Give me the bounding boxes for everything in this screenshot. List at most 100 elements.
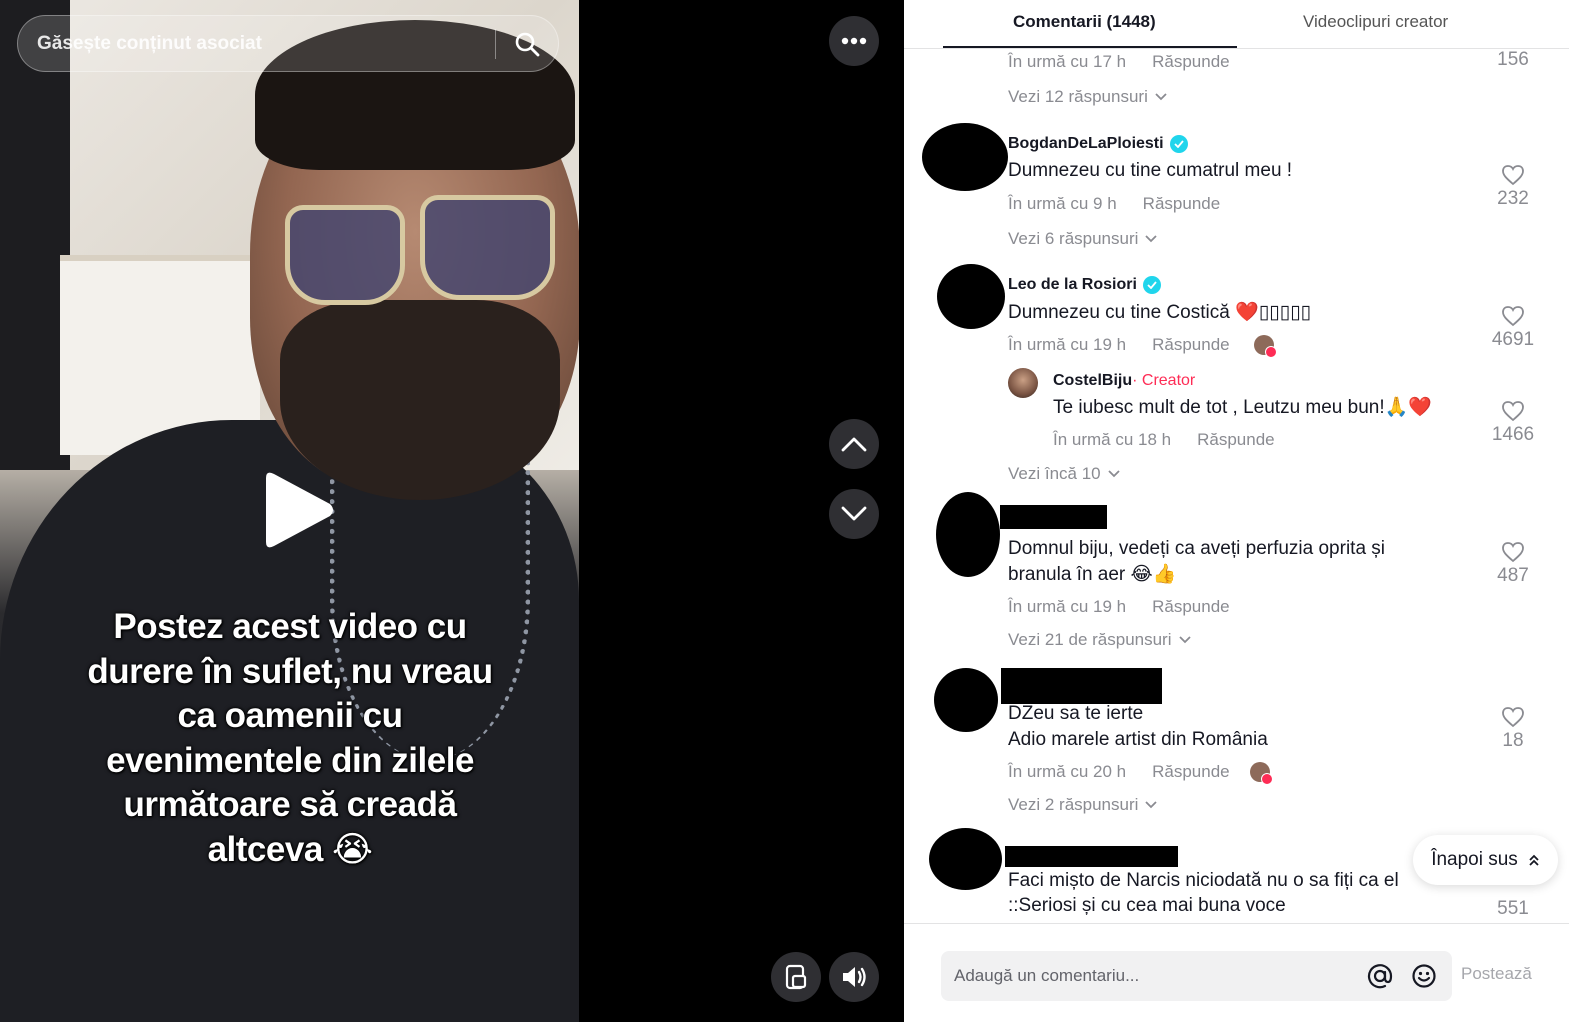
comment-time: În urmă cu 9 h (1008, 194, 1117, 213)
chevron-up-icon (841, 437, 867, 452)
caption-line: următoare să creadă (123, 785, 457, 824)
chevron-down-icon (1145, 235, 1158, 243)
reply-text: Te iubesc mult de tot , Leutzu meu bun!🙏… (1053, 397, 1432, 418)
tab-comments[interactable]: Comentarii (1448) (1013, 12, 1156, 32)
like-control: 1466 (1483, 400, 1543, 446)
video-sunglasses-right (420, 195, 555, 300)
active-tab-indicator (943, 46, 1237, 48)
mention-button[interactable] (1358, 954, 1402, 998)
comment-meta: În urmă cu 19 h Răspunde (1008, 335, 1277, 358)
reply-username[interactable]: CostelBiju · Creator (1053, 372, 1195, 390)
search-button[interactable] (496, 15, 558, 72)
back-to-top-label: Înapoi sus (1431, 849, 1518, 870)
comment-time: În urmă cu 19 h (1008, 335, 1127, 354)
video-sunglasses-left (285, 205, 405, 305)
search-icon (515, 32, 540, 56)
comment-list[interactable]: În urmă cu 17 h Răspunde 156 Vezi 12 răs… (904, 49, 1569, 923)
related-search-bar[interactable]: Găsește conținut asociat (17, 15, 559, 72)
tab-creator-videos[interactable]: Videoclipuri creator (1303, 12, 1448, 32)
heart-icon[interactable] (1501, 541, 1525, 563)
play-icon[interactable] (258, 470, 338, 550)
view-replies-label: Vezi 12 răspunsuri (1008, 87, 1148, 106)
view-replies-button[interactable]: Vezi 21 de răspunsuri (1008, 630, 1192, 650)
avatar[interactable] (922, 123, 1008, 191)
comment-text: Domnul biju, vedeți ca aveți perfuzia op… (1008, 538, 1386, 559)
view-replies-button[interactable]: Vezi 6 răspunsuri (1008, 229, 1158, 249)
chevron-down-icon (1145, 801, 1158, 809)
volume-button[interactable] (829, 952, 879, 1002)
comments-panel: Comentarii (1448) Videoclipuri creator Î… (904, 0, 1579, 1022)
heart-icon[interactable] (1501, 305, 1525, 327)
like-count: 1466 (1491, 424, 1535, 445)
reply-meta: În urmă cu 18 h Răspunde (1053, 430, 1275, 450)
view-replies-label: Vezi 6 răspunsuri (1008, 229, 1139, 248)
comment-username[interactable]: BogdanDeLaPloiesti (1008, 135, 1188, 153)
post-comment-button[interactable]: Postează (1461, 964, 1532, 984)
comment-time: În urmă cu 20 h (1008, 762, 1127, 781)
comment-meta: În urmă cu 9 h Răspunde (1008, 194, 1220, 214)
comment-username[interactable]: Leo de la Rosiori (1008, 276, 1161, 294)
redacted-username (1005, 846, 1178, 867)
comment-input-box[interactable] (941, 951, 1452, 1001)
chevron-down-icon (1155, 93, 1167, 101)
chevron-down-icon (1178, 636, 1191, 644)
verified-badge-icon (1169, 135, 1188, 153)
reply-button[interactable]: Răspunde (1152, 52, 1230, 72)
avatar[interactable] (936, 492, 1000, 577)
reply-button[interactable]: Răspunde (1152, 335, 1230, 355)
next-video-button[interactable] (829, 489, 879, 539)
view-more-replies-button[interactable]: Vezi încă 10 (1008, 464, 1121, 484)
previous-video-button[interactable] (829, 419, 879, 469)
comment-meta: În urmă cu 19 h Răspunde (1008, 597, 1230, 617)
username-text: Leo de la Rosiori (1008, 276, 1137, 293)
volume-icon (843, 967, 866, 987)
avatar[interactable] (934, 668, 998, 732)
ellipsis-icon (841, 37, 867, 45)
reply-button[interactable]: Răspunde (1143, 194, 1221, 214)
like-control: 4691 (1483, 305, 1543, 351)
video-player[interactable]: Găsește conținut asociat Postez acest vi… (0, 0, 579, 1022)
creator-liked-avatar (1253, 335, 1277, 358)
comment-text: ::Seriosi și cu cea mai buna voce (1008, 895, 1286, 916)
like-count: 4691 (1491, 329, 1535, 350)
avatar[interactable] (929, 828, 1002, 890)
creator-tag: · Creator (1132, 372, 1196, 389)
reply-button[interactable]: Răspunde (1152, 762, 1230, 782)
comment-text: Faci mișto de Narcis niciodată nu o sa f… (1008, 870, 1399, 891)
caption-line: altceva 😭 (207, 829, 373, 869)
miniplayer-button[interactable] (771, 952, 821, 1002)
avatar[interactable] (937, 264, 1005, 329)
comment-text: branula în aer 😂👍 (1008, 564, 1177, 585)
redacted-username (1001, 668, 1162, 704)
comment-text: DZeu sa te ierte (1008, 703, 1144, 724)
like-control: 18 (1483, 706, 1543, 752)
comment-input[interactable] (941, 966, 1358, 986)
like-control: 487 (1483, 541, 1543, 587)
related-search-input[interactable]: Găsește conținut asociat (18, 33, 495, 55)
caption-line: ca oamenii cu (177, 696, 403, 735)
heart-icon[interactable] (1501, 164, 1525, 186)
creator-liked-avatar (1249, 762, 1273, 785)
back-to-top-button[interactable]: Înapoi sus (1413, 835, 1558, 885)
avatar[interactable] (1008, 368, 1038, 398)
video-pane: Găsește conținut asociat Postez acest vi… (0, 0, 904, 1022)
heart-icon[interactable] (1501, 706, 1525, 728)
redacted-username (1000, 505, 1107, 529)
comment-meta: În urmă cu 17 h Răspunde (1008, 52, 1230, 72)
reply-time: În urmă cu 18 h (1053, 430, 1172, 449)
more-options-button[interactable] (829, 16, 879, 66)
chevron-down-icon (841, 506, 867, 521)
reply-button[interactable]: Răspunde (1197, 430, 1275, 450)
miniplayer-icon (785, 964, 807, 990)
view-replies-label: Vezi încă 10 (1008, 464, 1101, 483)
like-count: 551 (1497, 898, 1529, 919)
emoji-button[interactable] (1402, 954, 1446, 998)
username-text: BogdanDeLaPloiesti (1008, 135, 1164, 152)
like-count: 156 (1497, 49, 1529, 70)
view-replies-button[interactable]: Vezi 2 răspunsuri (1008, 795, 1158, 815)
comment-composer: Postează (904, 923, 1569, 1022)
view-replies-button[interactable]: Vezi 12 răspunsuri (1008, 87, 1168, 107)
reply-button[interactable]: Răspunde (1152, 597, 1230, 617)
heart-icon[interactable] (1501, 400, 1525, 422)
at-sign-icon (1367, 964, 1393, 989)
